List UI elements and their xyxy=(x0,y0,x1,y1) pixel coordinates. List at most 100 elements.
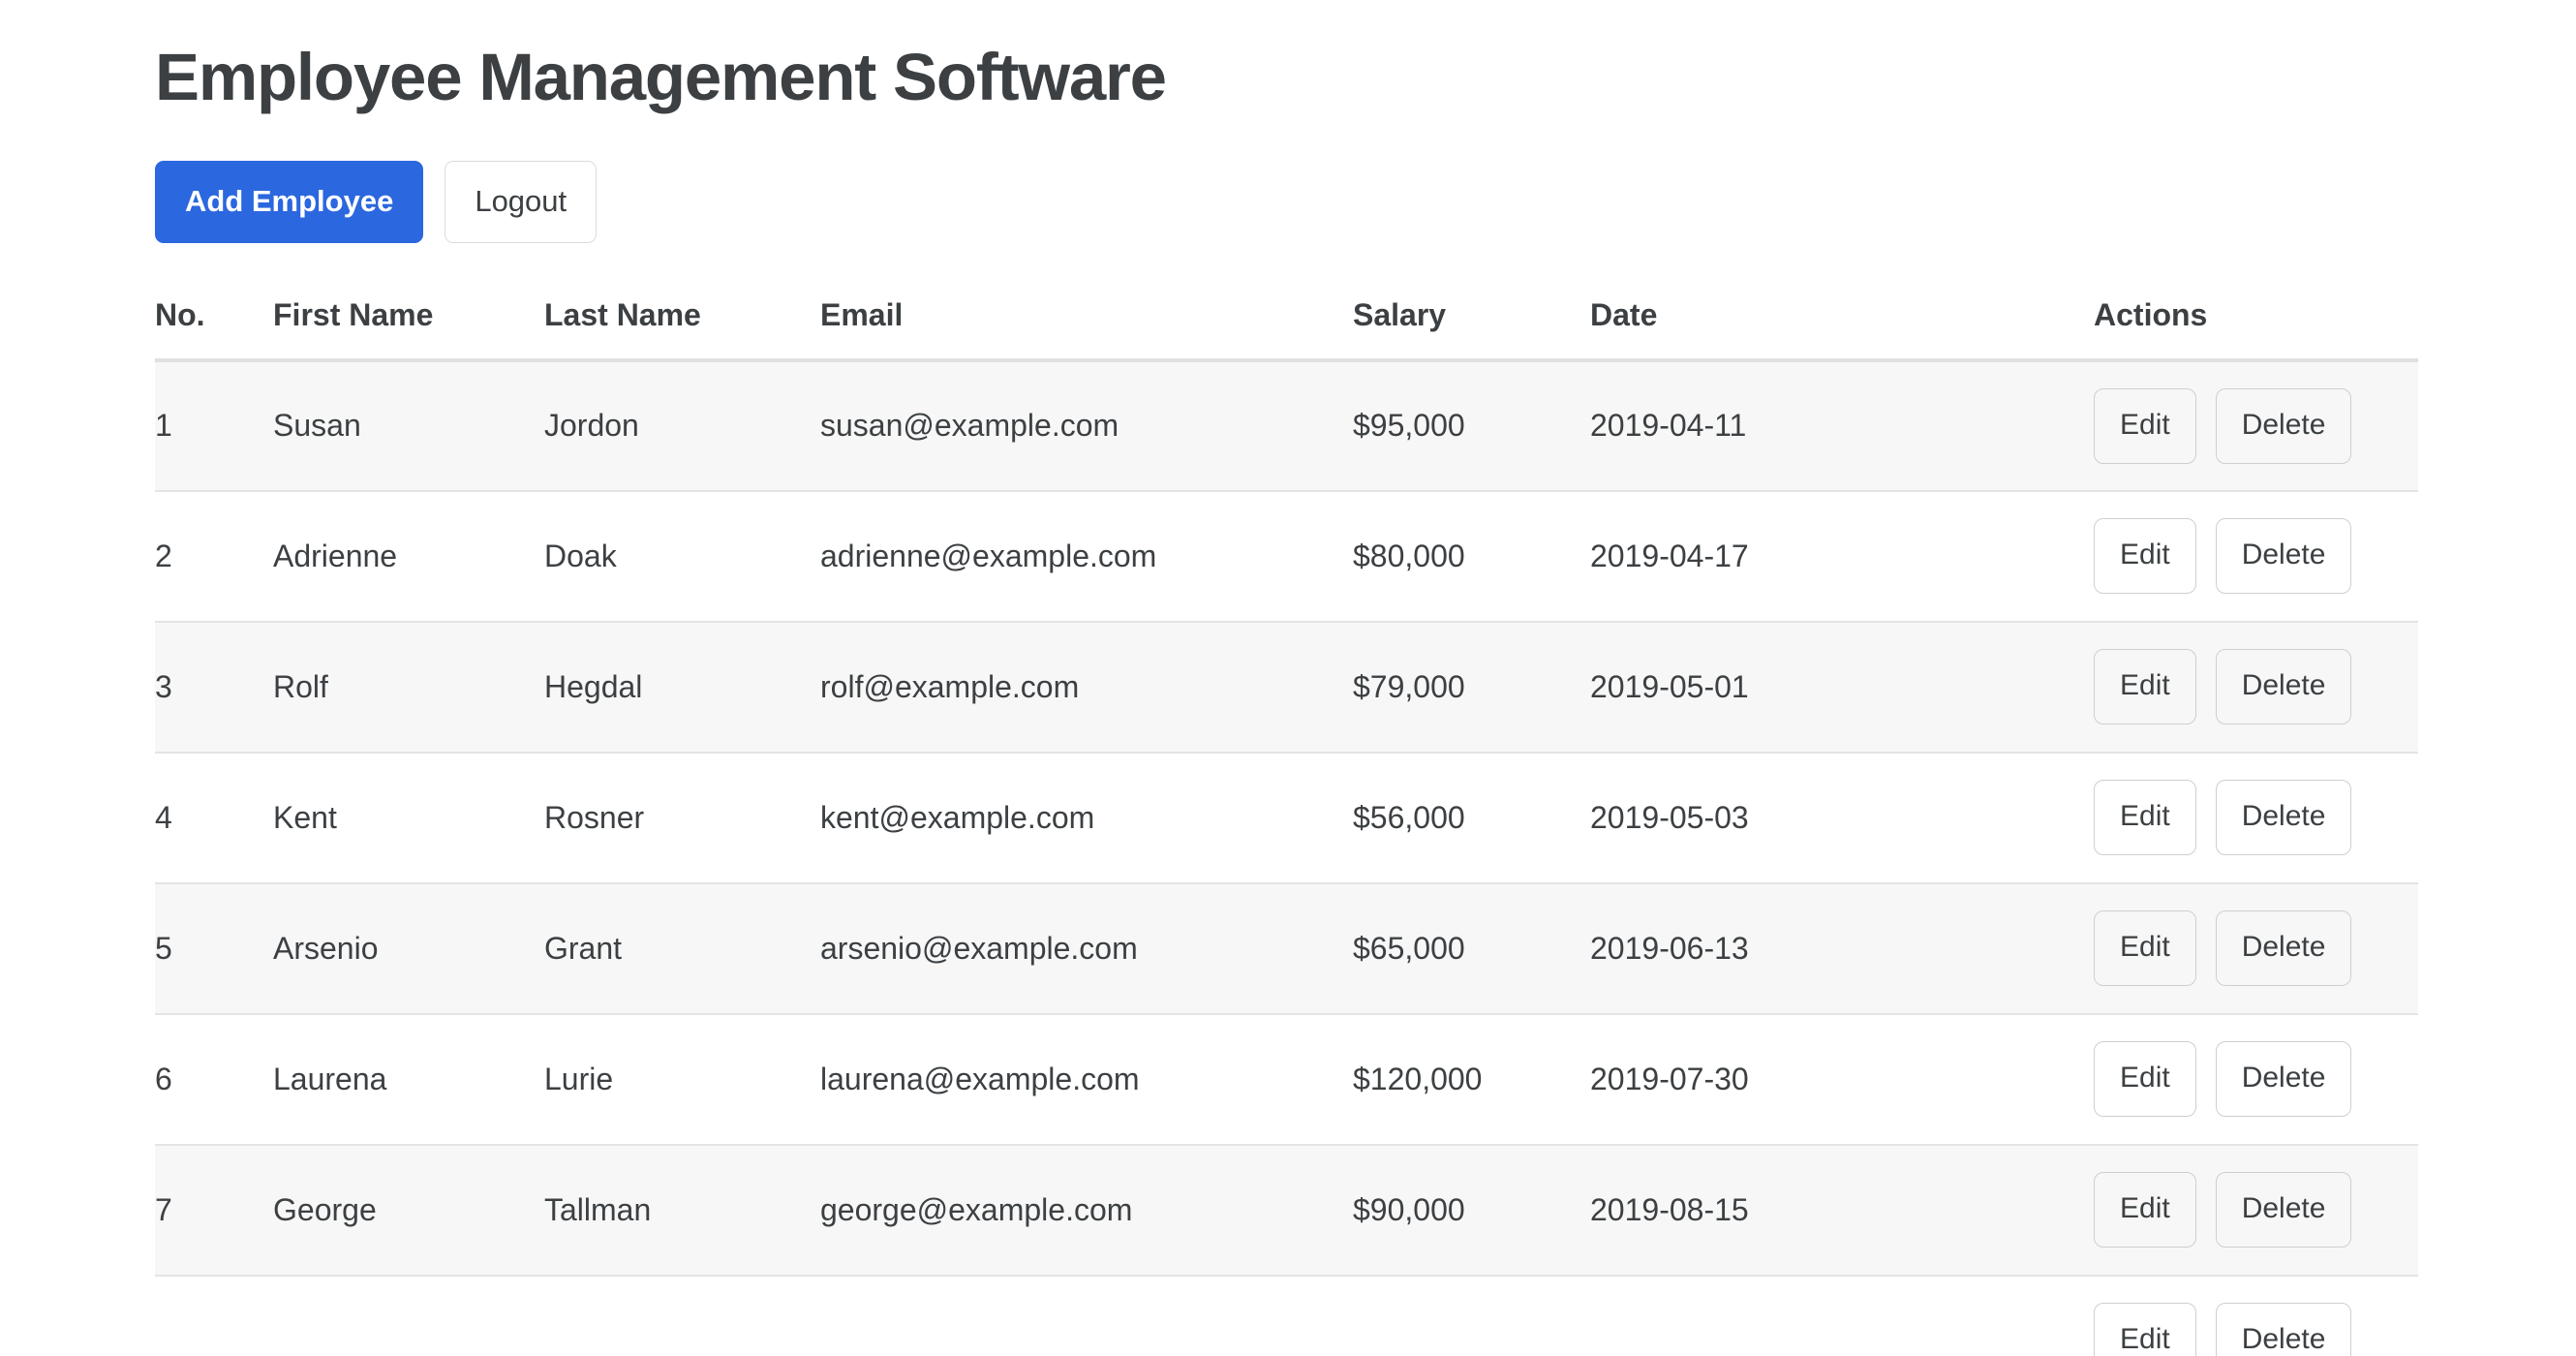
column-header-actions: Actions xyxy=(2094,296,2418,362)
cell-email: george@example.com xyxy=(820,1144,1353,1277)
delete-button[interactable]: Delete xyxy=(2215,649,2352,725)
cell-email: adrienne@example.com xyxy=(820,490,1353,623)
cell-actions: Edit Delete xyxy=(2094,1144,2418,1277)
page-content: Employee Management Software Add Employe… xyxy=(0,0,2576,1356)
row-action-group: Edit Delete xyxy=(2094,1303,2418,1356)
cell-actions: Edit Delete xyxy=(2094,882,2418,1015)
cell-first-name: Susan xyxy=(273,359,544,492)
cell-first-name: Rolf xyxy=(273,621,544,754)
cell-no xyxy=(155,1275,273,1356)
table-header: No. First Name Last Name Email Salary Da… xyxy=(155,296,2418,362)
column-header-no: No. xyxy=(155,296,273,362)
cell-no: 2 xyxy=(155,490,273,623)
cell-last-name: Rosner xyxy=(544,752,820,884)
cell-date: 2019-05-03 xyxy=(1590,752,2094,884)
cell-last-name: Jordon xyxy=(544,359,820,492)
cell-last-name: Tallman xyxy=(544,1144,820,1277)
column-header-salary: Salary xyxy=(1353,296,1590,362)
delete-button[interactable]: Delete xyxy=(2215,780,2352,856)
cell-email xyxy=(820,1275,1353,1356)
cell-actions: Edit Delete xyxy=(2094,752,2418,884)
cell-no: 5 xyxy=(155,882,273,1015)
cell-actions: Edit Delete xyxy=(2094,490,2418,623)
cell-actions: Edit Delete xyxy=(2094,359,2418,492)
cell-no: 3 xyxy=(155,621,273,754)
delete-button[interactable]: Delete xyxy=(2215,910,2352,987)
cell-salary: $120,000 xyxy=(1353,1013,1590,1146)
page-title: Employee Management Software xyxy=(155,40,1167,114)
cell-date: 2019-07-30 xyxy=(1590,1013,2094,1146)
cell-salary: $56,000 xyxy=(1353,752,1590,884)
cell-last-name xyxy=(544,1275,820,1356)
app-root: Employee Management Software Add Employe… xyxy=(0,0,2576,1356)
edit-button[interactable]: Edit xyxy=(2094,1303,2196,1356)
table-row: 5 Arsenio Grant arsenio@example.com $65,000 2… xyxy=(155,882,2418,1015)
delete-button[interactable]: Delete xyxy=(2215,1172,2352,1248)
edit-button[interactable]: Edit xyxy=(2094,649,2196,725)
cell-actions: Edit Delete xyxy=(2094,1013,2418,1146)
delete-button[interactable]: Delete xyxy=(2215,1303,2352,1356)
table-row: 2 Adrienne Doak adrienne@example.com $80,000… xyxy=(155,490,2418,623)
add-employee-button[interactable]: Add Employee xyxy=(155,160,424,243)
row-action-group: Edit Delete xyxy=(2094,1041,2418,1118)
cell-no: 7 xyxy=(155,1144,273,1277)
table-row: 3 Rolf Hegdal rolf@example.com $79,000 2019-0… xyxy=(155,621,2418,754)
logout-button[interactable]: Logout xyxy=(445,160,598,243)
cell-actions: Edit Delete xyxy=(2094,621,2418,754)
cell-date: 2019-06-13 xyxy=(1590,882,2094,1015)
row-action-group: Edit Delete xyxy=(2094,518,2418,595)
delete-button[interactable]: Delete xyxy=(2215,387,2352,464)
cell-date: 2019-04-17 xyxy=(1590,490,2094,623)
cell-salary: $65,000 xyxy=(1353,882,1590,1015)
table-row: 1 Susan Jordon susan@example.com $95,000 2019… xyxy=(155,359,2418,492)
edit-button[interactable]: Edit xyxy=(2094,1172,2196,1248)
cell-date: 2019-08-15 xyxy=(1590,1144,2094,1277)
cell-date: 2019-05-01 xyxy=(1590,621,2094,754)
cell-last-name: Doak xyxy=(544,490,820,623)
cell-last-name: Grant xyxy=(544,882,820,1015)
row-action-group: Edit Delete xyxy=(2094,387,2418,464)
table-row: 6 Laurena Lurie laurena@example.com $120,000… xyxy=(155,1013,2418,1146)
edit-button[interactable]: Edit xyxy=(2094,780,2196,856)
cell-no: 1 xyxy=(155,359,273,492)
cell-email: susan@example.com xyxy=(820,359,1353,492)
cell-last-name: Lurie xyxy=(544,1013,820,1146)
cell-first-name: Adrienne xyxy=(273,490,544,623)
cell-first-name: George xyxy=(273,1144,544,1277)
edit-button[interactable]: Edit xyxy=(2094,387,2196,464)
column-header-email: Email xyxy=(820,296,1353,362)
cell-email: rolf@example.com xyxy=(820,621,1353,754)
cell-first-name: Kent xyxy=(273,752,544,884)
row-action-group: Edit Delete xyxy=(2094,910,2418,987)
cell-email: arsenio@example.com xyxy=(820,882,1353,1015)
delete-button[interactable]: Delete xyxy=(2215,1041,2352,1118)
employee-table-container: No. First Name Last Name Email Salary Da… xyxy=(155,296,2418,1356)
cell-actions: Edit Delete xyxy=(2094,1275,2418,1356)
column-header-date: Date xyxy=(1590,296,2094,362)
cell-email: laurena@example.com xyxy=(820,1013,1353,1146)
edit-button[interactable]: Edit xyxy=(2094,910,2196,987)
table-header-row: No. First Name Last Name Email Salary Da… xyxy=(155,296,2418,362)
toolbar: Add Employee Logout xyxy=(155,160,2421,243)
table-row: Edit Delete xyxy=(155,1275,2418,1356)
row-action-group: Edit Delete xyxy=(2094,780,2418,856)
delete-button[interactable]: Delete xyxy=(2215,518,2352,595)
cell-last-name: Hegdal xyxy=(544,621,820,754)
table-row: 7 George Tallman george@example.com $90,000 2… xyxy=(155,1144,2418,1277)
edit-button[interactable]: Edit xyxy=(2094,518,2196,595)
edit-button[interactable]: Edit xyxy=(2094,1041,2196,1118)
table-row: 4 Kent Rosner kent@example.com $56,000 2019-0… xyxy=(155,752,2418,884)
cell-no: 6 xyxy=(155,1013,273,1146)
cell-email: kent@example.com xyxy=(820,752,1353,884)
cell-salary xyxy=(1353,1275,1590,1356)
cell-salary: $95,000 xyxy=(1353,359,1590,492)
cell-first-name: Laurena xyxy=(273,1013,544,1146)
column-header-first-name: First Name xyxy=(273,296,544,362)
cell-date xyxy=(1590,1275,2094,1356)
row-action-group: Edit Delete xyxy=(2094,649,2418,725)
cell-salary: $79,000 xyxy=(1353,621,1590,754)
cell-salary: $90,000 xyxy=(1353,1144,1590,1277)
cell-salary: $80,000 xyxy=(1353,490,1590,623)
table-body: 1 Susan Jordon susan@example.com $95,000 2019… xyxy=(155,359,2418,1356)
cell-first-name: Arsenio xyxy=(273,882,544,1015)
